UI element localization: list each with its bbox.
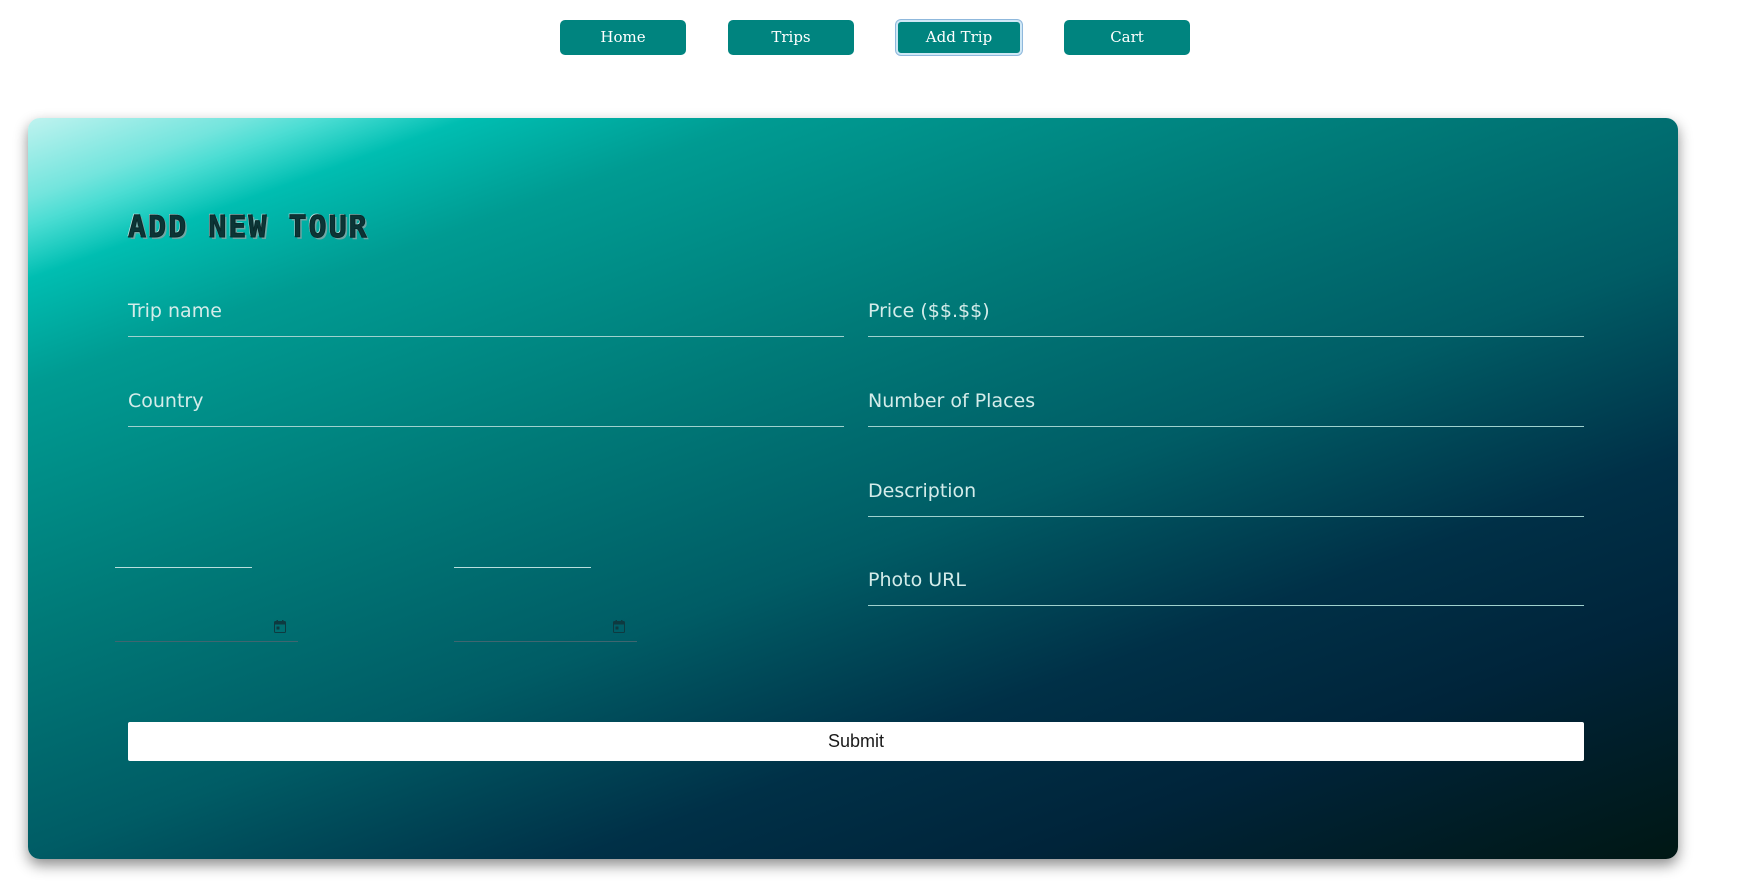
photo-url-placeholder: Photo URL: [868, 569, 966, 591]
nav-home-button[interactable]: Home: [560, 20, 686, 55]
calendar-icon[interactable]: [613, 620, 625, 633]
description-placeholder: Description: [868, 480, 977, 502]
start-date-input[interactable]: [115, 611, 298, 642]
calendar-icon[interactable]: [274, 620, 286, 633]
country-input[interactable]: Country: [128, 376, 844, 427]
country-placeholder: Country: [128, 390, 204, 412]
description-input[interactable]: Description: [868, 466, 1584, 517]
add-tour-form-card: Add New Tour Trip name Price ($$.$$) Cou…: [28, 118, 1678, 859]
photo-url-input[interactable]: Photo URL: [868, 555, 1584, 606]
nav-trips-button[interactable]: Trips: [728, 20, 854, 55]
end-date-input[interactable]: [454, 611, 637, 642]
form-title: Add New Tour: [128, 210, 369, 246]
price-placeholder: Price ($$.$$): [868, 300, 990, 322]
number-of-places-placeholder: Number of Places: [868, 390, 1036, 412]
start-date-divider: [115, 567, 252, 568]
end-date-divider: [454, 567, 591, 568]
trip-name-input[interactable]: Trip name: [128, 286, 844, 337]
nav-add-trip-button[interactable]: Add Trip: [896, 20, 1022, 55]
submit-button[interactable]: Submit: [128, 722, 1584, 761]
number-of-places-input[interactable]: Number of Places: [868, 376, 1584, 427]
top-navigation: Home Trips Add Trip Cart: [0, 20, 1737, 56]
price-input[interactable]: Price ($$.$$): [868, 286, 1584, 337]
trip-name-placeholder: Trip name: [128, 300, 222, 322]
nav-cart-button[interactable]: Cart: [1064, 20, 1190, 55]
